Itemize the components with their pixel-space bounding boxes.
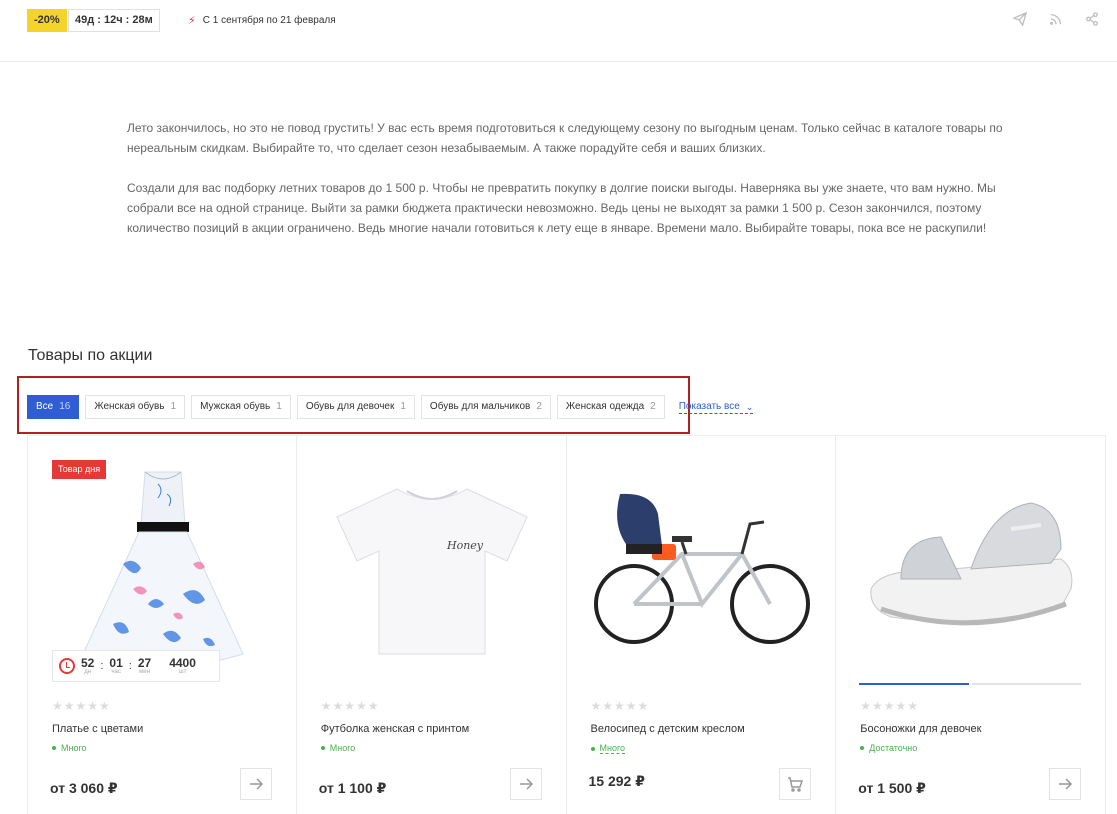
add-to-cart-button[interactable]: [779, 768, 812, 800]
in-stock-dot: [52, 746, 56, 750]
availability: Достаточно: [860, 743, 917, 753]
lightning-icon: ⚡: [188, 15, 196, 27]
timer-quantity: 4400 шт: [169, 657, 196, 676]
svg-text:Honey: Honey: [446, 539, 484, 552]
product-price: от 1 100 ₽: [318, 780, 387, 796]
rating-stars: ★★★★★: [52, 699, 111, 713]
arrow-right-icon: [249, 778, 263, 790]
deal-timer: 52 дн : 01 час : 27 мин 4400 шт: [52, 650, 220, 682]
timer-hours-label: час: [111, 668, 121, 675]
product-name[interactable]: Велосипед с детским креслом: [591, 723, 745, 735]
timer-days-value: 52: [81, 655, 95, 670]
availability-text: Достаточно: [869, 743, 918, 753]
cart-icon: [788, 777, 804, 792]
timer-days: 52 дн: [81, 657, 94, 676]
timer-quantity-label: шт: [178, 668, 187, 675]
product-image-bicycle[interactable]: [591, 458, 813, 680]
filter-chip-count: 1: [400, 401, 406, 412]
details-button[interactable]: [1049, 768, 1081, 800]
promo-header: -20% 49д : 12ч : 28м ⚡ С 1 сентября по 2…: [0, 0, 1117, 62]
filter-chip-count: 2: [536, 401, 542, 412]
timer-quantity-value: 4400: [169, 655, 196, 670]
discount-badge: -20%: [27, 9, 67, 32]
availability-text: Много: [599, 743, 626, 754]
timer-hours: 01 час: [109, 657, 122, 676]
filter-chip-count: 2: [650, 401, 656, 412]
product-price: 15 292 ₽: [588, 773, 645, 789]
filter-chip-label: Женская одежда: [565, 401, 645, 412]
rating-stars: ★★★★★: [320, 699, 380, 713]
filter-chip-count: 1: [170, 401, 177, 412]
promo-period: ⚡ С 1 сентября по 21 февраля: [188, 14, 336, 27]
in-stock-dot: [320, 746, 325, 750]
promo-period-text: С 1 сентября по 21 февраля: [202, 15, 336, 26]
rating-stars: ★★★★★: [590, 699, 650, 713]
filter-chip-label: Женская обувь: [94, 401, 165, 412]
filter-chip-girls-shoes[interactable]: Обувь для девочек 1: [296, 395, 415, 419]
availability-text: Много: [329, 743, 356, 753]
share-icon[interactable]: [1085, 12, 1099, 31]
filter-chip-all[interactable]: Все 16: [27, 395, 80, 419]
product-image-sandals[interactable]: [860, 458, 1082, 680]
timer-hours-value: 01: [109, 655, 123, 670]
product-name[interactable]: Босоножки для девочек: [860, 723, 981, 735]
slider-segment[interactable]: [971, 683, 1082, 685]
filter-chip-womens-clothing[interactable]: Женская одежда 2: [556, 395, 665, 419]
timer-separator: :: [100, 660, 104, 672]
product-name[interactable]: Футболка женская с принтом: [321, 723, 469, 735]
section-title: Товары по акции: [28, 347, 153, 364]
deal-of-day-badge: Товар дня: [52, 460, 107, 479]
filter-chip-label: Обувь для мальчиков: [429, 401, 531, 412]
availability-text: Много: [61, 743, 87, 753]
filter-chip-label: Все: [36, 401, 54, 412]
timer-days-label: дн: [84, 668, 92, 675]
share-icons: [1012, 11, 1099, 31]
show-all-link[interactable]: Показать все ⌄: [678, 400, 754, 414]
category-filters: Все 16 Женская обувь 1 Мужская обувь 1 О…: [27, 395, 754, 419]
product-card-sandals[interactable]: ★★★★★ Босоножки для девочек Достаточно о…: [836, 436, 1106, 814]
description-paragraph-2: Создали для вас подборку летних товаров …: [127, 181, 996, 235]
filter-chip-womens-shoes[interactable]: Женская обувь 1: [85, 395, 186, 419]
slider-segment-active[interactable]: [859, 683, 969, 685]
promo-countdown: 49д : 12ч : 28м: [68, 9, 160, 32]
description-paragraph-1: Лето закончилось, но это не повод грусти…: [127, 121, 1003, 155]
arrow-right-icon: [519, 778, 533, 790]
availability: Много: [590, 743, 626, 754]
filter-chip-label: Обувь для девочек: [305, 401, 395, 412]
filter-chip-mens-shoes[interactable]: Мужская обувь 1: [191, 395, 291, 419]
filter-chip-count: 1: [276, 401, 282, 412]
details-button[interactable]: [239, 768, 272, 800]
product-price: от 3 060 ₽: [50, 780, 118, 796]
rss-icon[interactable]: [1049, 12, 1063, 31]
availability: Много: [320, 743, 356, 753]
filter-chip-label: Мужская обувь: [200, 401, 271, 412]
show-all-label: Показать все: [678, 400, 740, 412]
details-button[interactable]: [509, 768, 542, 800]
arrow-right-icon: [1059, 778, 1073, 790]
send-icon[interactable]: [1012, 11, 1028, 31]
timer-minutes: 27 мин: [138, 657, 151, 676]
timer-minutes-value: 27: [137, 655, 152, 670]
product-card-tshirt[interactable]: Honey ★★★★★ Футболка женская с принтом М…: [297, 436, 567, 814]
product-name[interactable]: Платье с цветами: [52, 723, 143, 735]
filter-chip-count: 16: [59, 401, 71, 412]
product-card-dress[interactable]: Товар дня 52 дн : 01 час: 27 мин 4400 ш…: [27, 436, 297, 814]
availability: Много: [52, 743, 87, 753]
product-image-tshirt[interactable]: Honey: [321, 458, 543, 680]
product-image-dress[interactable]: [52, 458, 274, 680]
rating-stars: ★★★★★: [860, 699, 920, 713]
chevron-down-icon: ⌄: [745, 401, 754, 412]
product-grid: Товар дня 52 дн : 01 час: 27 мин 4400 ш…: [27, 435, 1106, 814]
clock-icon: [59, 658, 75, 674]
in-stock-dot: [590, 746, 595, 751]
promo-description: Лето закончилось, но это не повод грусти…: [127, 118, 1007, 238]
filter-chip-boys-shoes[interactable]: Обувь для мальчиков 2: [420, 395, 551, 419]
timer-separator: :: [128, 660, 132, 672]
image-slider-indicator[interactable]: [859, 683, 1082, 685]
timer-minutes-label: мин: [139, 668, 150, 675]
product-price: от 1 500 ₽: [858, 780, 926, 796]
product-card-bicycle[interactable]: ★★★★★ Велосипед с детским креслом Много …: [567, 436, 837, 814]
in-stock-dot: [860, 746, 865, 750]
